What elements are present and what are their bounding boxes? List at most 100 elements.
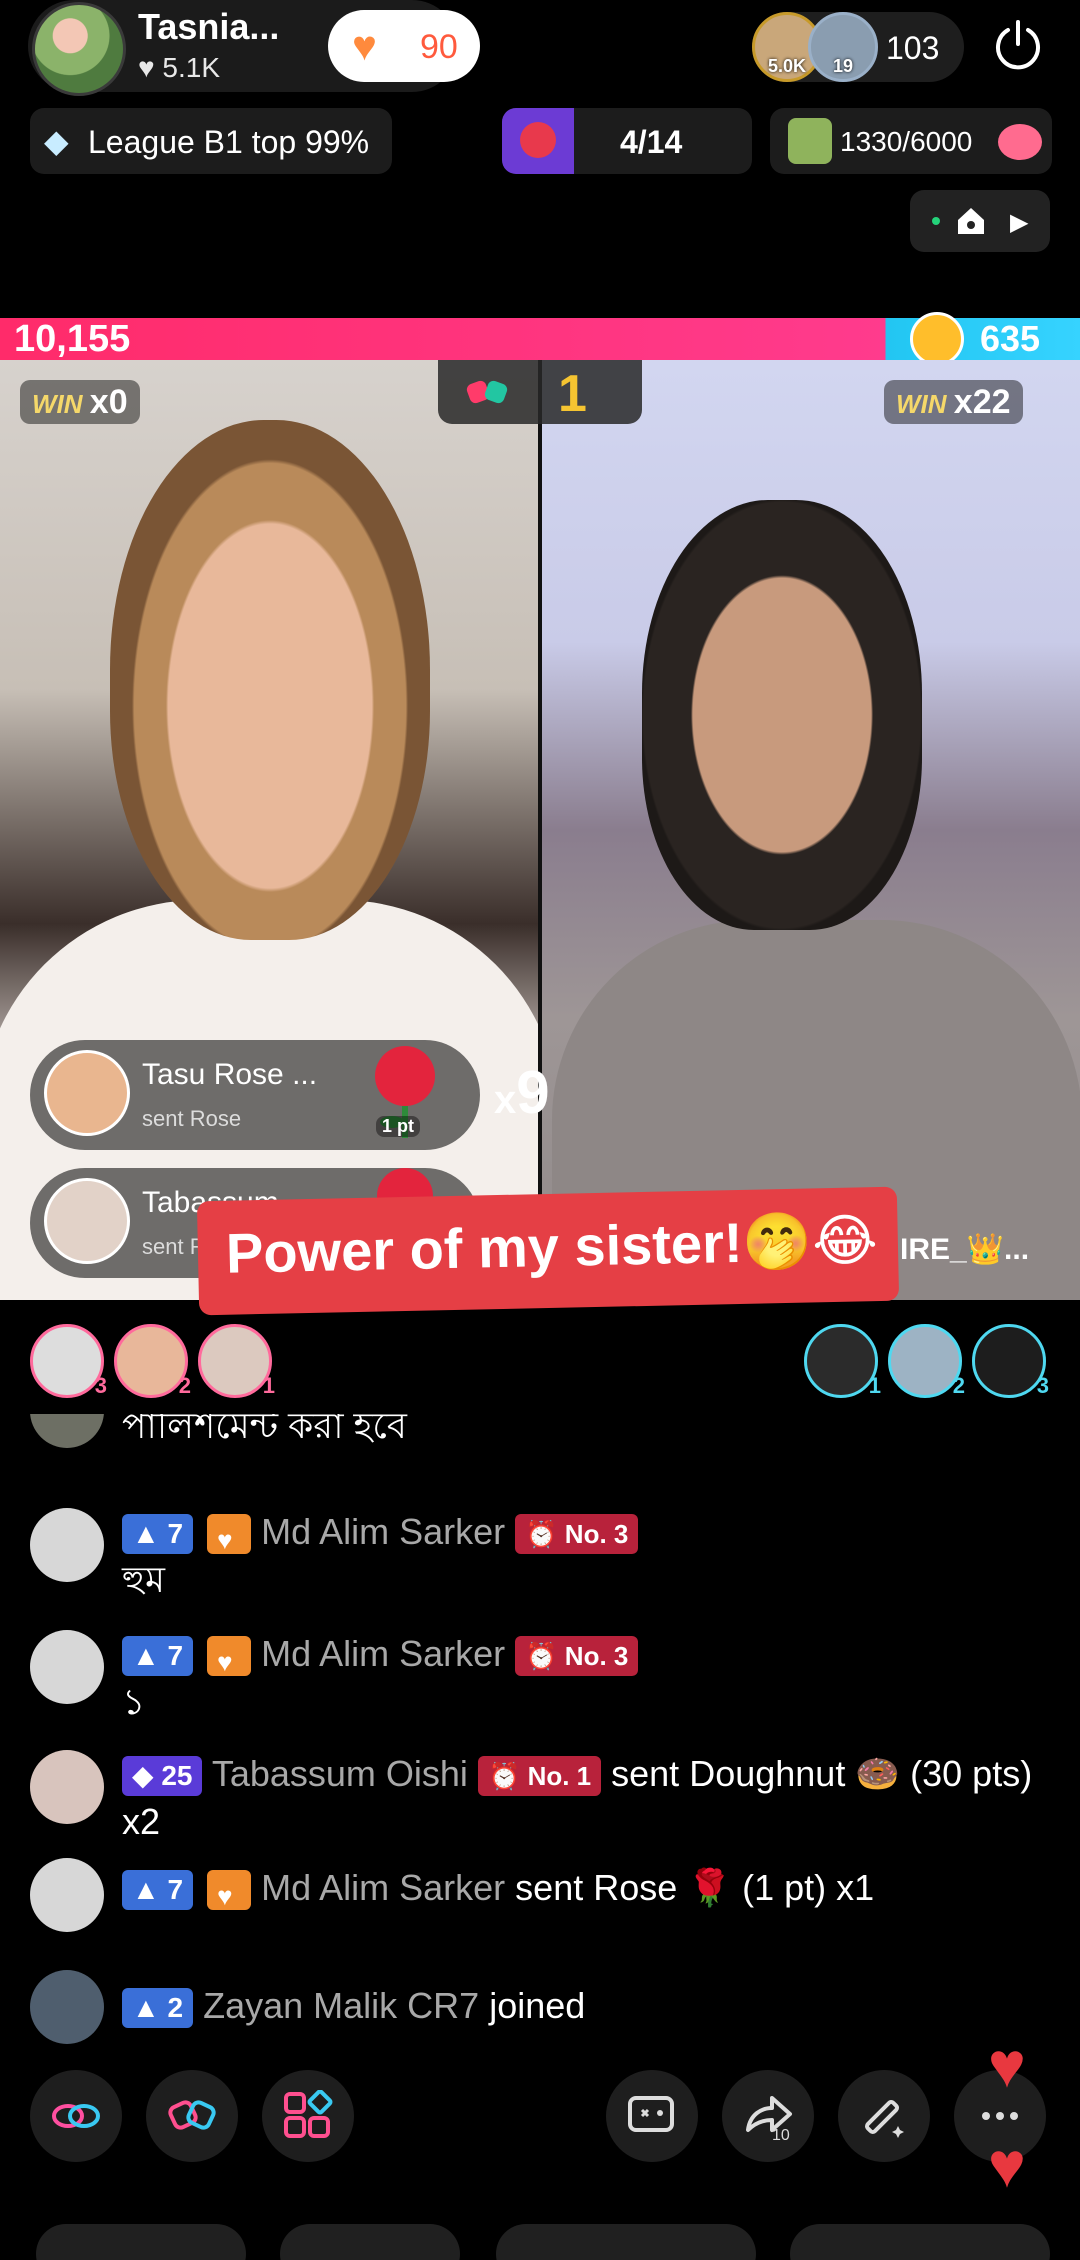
level-badge: ▲ 7 — [122, 1514, 194, 1555]
gift-notification[interactable]: Tasu Rose ... sent Rose 1 pt — [30, 1040, 480, 1150]
chat-body: ◆ 25 Tabassum Oishi ⏰ No. 1 sent Doughnu… — [122, 1750, 1052, 1846]
explore-button[interactable]: ▶ — [910, 190, 1050, 252]
fan-badge-icon — [207, 1636, 252, 1686]
chat-body: ▲ 7 Md Alim Sarker ⏰ No. 3 হুম — [122, 1508, 1052, 1604]
rank-chip: ⏰ No. 1 — [477, 1756, 602, 1797]
diamond-icon: ◆ — [44, 123, 69, 159]
heart-icon: ♥ — [352, 22, 377, 69]
chat-username[interactable]: Md Alim Sarker — [261, 1867, 505, 1908]
bottom-action[interactable] — [36, 2224, 246, 2260]
supporter-avatar[interactable]: 1 — [198, 1324, 275, 1398]
play-arrow-icon: ▶ — [1010, 209, 1029, 236]
goal-avatar — [788, 118, 832, 164]
gift-goal[interactable]: 1330/6000 — [770, 108, 1052, 174]
effects-button[interactable] — [838, 2070, 930, 2162]
host-name: Tasnia... — [138, 6, 280, 47]
follow-button[interactable]: ♥ 90 — [328, 10, 480, 82]
chat-body: ▲ 7 Md Alim Sarker ⏰ No. 3 ১ — [122, 1630, 1052, 1726]
chat-message: পালিশমেন্ট করা হবে — [30, 1414, 1060, 1452]
right-score: 635 — [980, 318, 1041, 359]
comment-icon — [628, 2096, 674, 2132]
rank-heart-icon — [502, 108, 574, 174]
gift-sender-avatar — [44, 1050, 130, 1136]
gift-icon — [998, 124, 1042, 160]
top-viewer-avatar[interactable]: 19 — [808, 12, 878, 82]
floating-heart-icon: ♥ — [988, 2029, 1026, 2101]
gift-sender-avatar — [44, 1178, 130, 1264]
level-badge: ▲ 7 — [122, 1636, 194, 1677]
multi-guest-button[interactable] — [30, 2070, 122, 2162]
gift-text: sent Rose — [142, 1106, 242, 1131]
emoji-icon — [910, 312, 964, 366]
bottom-action[interactable] — [280, 2224, 460, 2260]
chat-text: sent Rose 🌹 (1 pt) x1 — [505, 1867, 875, 1908]
supporter-avatar[interactable]: 2 — [114, 1324, 191, 1398]
fan-badge-icon — [207, 1514, 252, 1564]
caption-text: Power of my sister!🤭😂 — [225, 1208, 879, 1285]
video-caption: Power of my sister!🤭😂 — [196, 1186, 900, 1316]
league-badge[interactable]: ◆ League B1 top 99% — [30, 108, 392, 174]
chat-username[interactable]: Tabassum Oishi — [212, 1753, 468, 1794]
comment-button[interactable] — [606, 2070, 698, 2162]
round-indicator: 1 — [438, 360, 642, 424]
video-figure — [642, 500, 922, 930]
gift-sender-name: Tasu Rose ... — [142, 1058, 318, 1091]
svg-text:10: 10 — [772, 2127, 790, 2142]
share-button[interactable]: 10 — [722, 2070, 814, 2162]
chat-text: পালিশমেন্ট করা হবে — [122, 1414, 407, 1446]
right-win-streak: WIN x22 — [884, 380, 1023, 424]
live-dot-icon — [932, 217, 940, 225]
video-figure — [110, 420, 430, 940]
boxing-gloves-icon — [168, 2100, 216, 2130]
bottom-action[interactable] — [790, 2224, 1050, 2260]
host-likes: ♥ 5.1K — [138, 52, 221, 83]
more-features-button[interactable] — [262, 2070, 354, 2162]
league-text: League B1 top 99% — [88, 124, 370, 160]
bottom-action[interactable] — [496, 2224, 756, 2260]
chat-username[interactable]: Zayan Malik CR7 — [203, 1985, 479, 2026]
left-host-video[interactable] — [0, 360, 538, 1300]
chat-list[interactable]: পালিশমেন্ট করা হবে ▲ 7 Md Alim Sarker ⏰ … — [0, 1414, 1080, 2046]
level-badge: ▲ 2 — [122, 1988, 194, 2029]
fan-badge-icon — [207, 1870, 252, 1920]
chat-text: হুম — [122, 1559, 165, 1600]
grid-icon — [284, 2090, 333, 2138]
hourly-rank[interactable]: 4/14 — [502, 108, 752, 174]
follow-count: 90 — [420, 28, 458, 66]
right-host-video[interactable] — [542, 360, 1080, 1300]
chat-avatar[interactable] — [30, 1858, 104, 1932]
chat-avatar[interactable] — [30, 1508, 104, 1582]
chat-text: joined — [479, 1985, 586, 2026]
supporter-avatar[interactable]: 2 — [888, 1324, 965, 1398]
level-badge: ◆ 25 — [122, 1756, 203, 1797]
rank-chip: ⏰ No. 3 — [515, 1636, 639, 1677]
chat-avatar[interactable] — [30, 1970, 104, 2044]
left-win-streak: WIN x0 — [20, 380, 140, 424]
viewer-list[interactable]: 5.0K 19 103 — [752, 12, 964, 82]
link-icon — [52, 2104, 100, 2128]
chat-avatar[interactable] — [30, 1750, 104, 1824]
magic-wand-icon — [864, 2099, 904, 2138]
boxing-gloves-icon — [466, 380, 508, 404]
battle-button[interactable] — [146, 2070, 238, 2162]
supporter-avatar[interactable]: 3 — [972, 1324, 1049, 1398]
supporter-avatar[interactable]: 3 — [30, 1324, 107, 1398]
supporter-avatar[interactable]: 1 — [804, 1324, 881, 1398]
power-icon[interactable] — [990, 18, 1046, 74]
chat-username[interactable]: Md Alim Sarker — [261, 1511, 505, 1552]
host-avatar[interactable] — [32, 2, 126, 96]
home-icon — [958, 208, 984, 234]
floating-heart-icon: ♥ — [988, 2129, 1026, 2201]
rank-chip: ⏰ No. 3 — [515, 1514, 639, 1555]
chat-avatar[interactable] — [30, 1630, 104, 1704]
chat-username[interactable]: Md Alim Sarker — [261, 1633, 505, 1674]
level-badge: ▲ 7 — [122, 1870, 194, 1911]
gift-text: sent R — [142, 1234, 206, 1259]
chat-avatar[interactable] — [30, 1414, 104, 1448]
right-gift-tag: IRE_👑... — [900, 1233, 1030, 1266]
goal-text: 1330/6000 — [840, 126, 973, 157]
chat-text: ১ — [122, 1681, 146, 1722]
chat-body: ▲ 2 Zayan Malik CR7 joined — [122, 1982, 1052, 2030]
gift-points: 1 pt — [376, 1116, 421, 1137]
battle-score-bar: 10,155 635 — [0, 312, 1080, 366]
